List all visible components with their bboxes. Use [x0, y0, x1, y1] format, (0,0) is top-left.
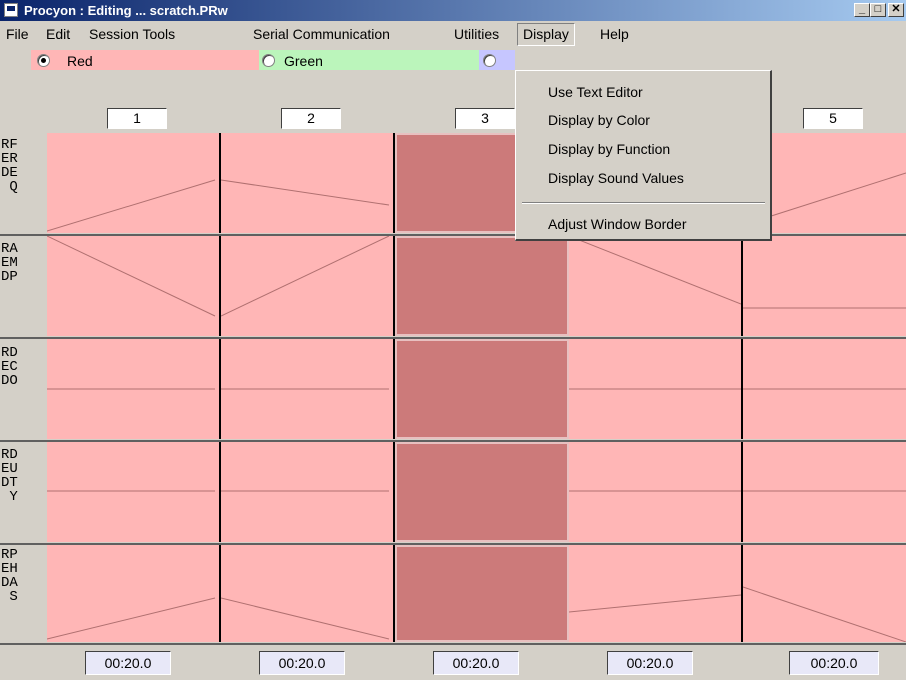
- row-label-amp: RA EM DP: [1, 241, 18, 285]
- time-field-1[interactable]: 00:20.0: [85, 651, 171, 675]
- menu-edit[interactable]: Edit: [46, 26, 70, 42]
- blue-radio[interactable]: [483, 54, 496, 67]
- grid-cell[interactable]: [47, 339, 221, 439]
- grid-cell[interactable]: [743, 442, 906, 542]
- time-field-5[interactable]: 00:20.0: [789, 651, 879, 675]
- time-field-3[interactable]: 00:20.0: [433, 651, 519, 675]
- grid-cell[interactable]: [221, 339, 395, 439]
- grid-cell[interactable]: [221, 545, 395, 642]
- window-title: Procyon : Editing ... scratch.PRw: [24, 3, 228, 18]
- minimize-button[interactable]: _: [854, 3, 870, 17]
- row-label-dco: RD EC DO: [1, 345, 18, 389]
- grid-cell[interactable]: [569, 236, 743, 336]
- grid-cell[interactable]: [569, 339, 743, 439]
- grid-cell[interactable]: [743, 545, 906, 642]
- grid-cell[interactable]: [47, 236, 221, 336]
- grid-cell-selected[interactable]: [395, 339, 569, 439]
- red-label: Red: [67, 53, 93, 69]
- grid-cell[interactable]: [47, 133, 221, 233]
- grid-cell[interactable]: [743, 236, 906, 336]
- grid-cell[interactable]: [221, 442, 395, 542]
- grid-cell[interactable]: [221, 133, 395, 233]
- title-bar: Procyon : Editing ... scratch.PRw _ □ ✕: [0, 0, 906, 21]
- row-label-phas: RP EH DA S: [1, 547, 18, 605]
- grid-cell-selected[interactable]: [395, 442, 569, 542]
- column-number-1[interactable]: 1: [107, 108, 167, 129]
- green-label: Green: [284, 53, 323, 69]
- menu-file[interactable]: File: [6, 26, 29, 42]
- menu-adjust-window-border[interactable]: Adjust Window Border: [548, 216, 687, 232]
- menu-utilities[interactable]: Utilities: [454, 26, 499, 42]
- menu-display-by-color[interactable]: Display by Color: [548, 112, 650, 128]
- blue-color-option[interactable]: [479, 50, 515, 70]
- menu-serial-communication[interactable]: Serial Communication: [253, 26, 390, 42]
- close-button[interactable]: ✕: [888, 3, 904, 17]
- grid-cell[interactable]: [743, 339, 906, 439]
- grid-cell[interactable]: [569, 442, 743, 542]
- menu-help[interactable]: Help: [600, 26, 629, 42]
- grid-cell[interactable]: [47, 545, 221, 642]
- app-icon[interactable]: [4, 3, 18, 17]
- menu-session-tools[interactable]: Session Tools: [89, 26, 175, 42]
- grid-cell-selected[interactable]: [395, 236, 569, 336]
- maximize-button[interactable]: □: [870, 3, 886, 17]
- color-selector-row: Red Green: [0, 47, 906, 72]
- red-radio[interactable]: [37, 54, 50, 67]
- column-number-3[interactable]: 3: [455, 108, 515, 129]
- menu-separator: [522, 202, 765, 204]
- row-label-freq: RF ER DE Q: [1, 137, 18, 195]
- green-radio[interactable]: [262, 54, 275, 67]
- menu-bar: File Edit Session Tools Serial Communica…: [0, 21, 906, 47]
- column-number-5[interactable]: 5: [803, 108, 863, 129]
- display-menu-dropdown: Use Text Editor Display by Color Display…: [515, 70, 772, 241]
- menu-display-by-function[interactable]: Display by Function: [548, 141, 670, 157]
- grid-cell[interactable]: [221, 236, 395, 336]
- red-color-option[interactable]: Red: [31, 50, 259, 70]
- grid-cell[interactable]: [569, 545, 743, 642]
- column-number-2[interactable]: 2: [281, 108, 341, 129]
- row-divider: [0, 643, 906, 645]
- green-color-option[interactable]: Green: [259, 50, 479, 70]
- row-label-duty: RD EU DT Y: [1, 447, 18, 505]
- menu-display-sound-values[interactable]: Display Sound Values: [548, 170, 684, 186]
- grid-cell[interactable]: [47, 442, 221, 542]
- time-field-2[interactable]: 00:20.0: [259, 651, 345, 675]
- grid-cell-selected[interactable]: [395, 545, 569, 642]
- time-field-4[interactable]: 00:20.0: [607, 651, 693, 675]
- menu-display[interactable]: Display: [517, 23, 575, 46]
- menu-use-text-editor[interactable]: Use Text Editor: [548, 84, 643, 100]
